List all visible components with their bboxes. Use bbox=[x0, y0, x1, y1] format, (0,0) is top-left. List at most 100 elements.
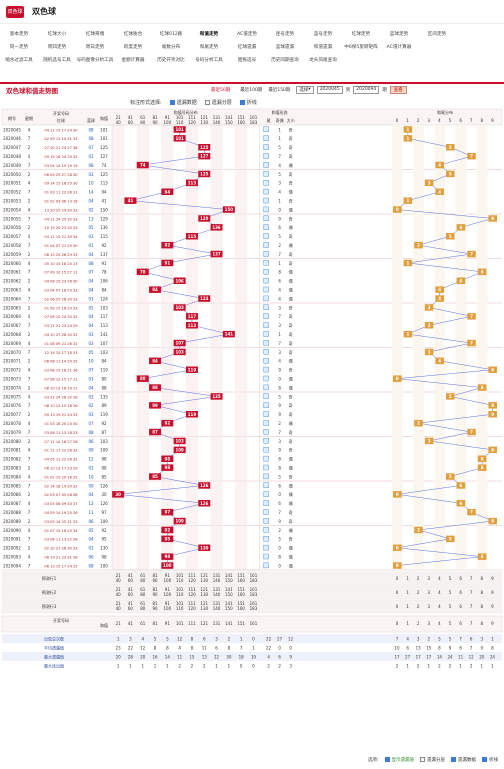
trend-table: 期号 星期开奖号码红球 蓝球 和值和值号码分布21404160618081909110… bbox=[1, 108, 503, 668]
footer-opt-b[interactable]: 遗漏分层 bbox=[420, 757, 445, 763]
sum-marker-label: 89 bbox=[152, 403, 158, 408]
stats-bin-value: 8 bbox=[191, 645, 194, 650]
shape-odd: 偶 bbox=[289, 287, 293, 293]
shape-odd: 偶 bbox=[289, 162, 293, 168]
pred-digit: 4 bbox=[438, 576, 441, 581]
sum-marker-label: 98 bbox=[165, 456, 171, 461]
row-blue: 10 bbox=[88, 181, 94, 186]
row-sum: 107 bbox=[100, 341, 108, 346]
stats-bin-value: 1 bbox=[240, 636, 243, 641]
row-blue: 02 bbox=[88, 403, 94, 408]
col-sum: 和值 bbox=[100, 115, 108, 121]
row-sum: 106 bbox=[100, 279, 108, 284]
stats-tail-value: 2 bbox=[417, 663, 420, 668]
sum-marker-label: 109 bbox=[175, 519, 184, 524]
shape-odd: 偶 bbox=[289, 189, 293, 195]
tail-digit: 5 bbox=[449, 118, 452, 123]
row-qishu: 2020049 bbox=[3, 163, 21, 168]
stats-bin-value: 7 bbox=[240, 645, 243, 650]
sum-marker-label: 127 bbox=[200, 154, 209, 159]
row-qishu: 2020058 bbox=[3, 243, 21, 248]
footer-opt-c[interactable]: 遗漏数据 bbox=[451, 757, 476, 763]
row-blue: 04 bbox=[88, 323, 94, 328]
tail-marker-label: 4 bbox=[438, 358, 441, 363]
row-qishu: 2020060 bbox=[3, 261, 21, 266]
row-red: 06 13 15 17 24 25 bbox=[44, 564, 77, 568]
col-shape: 和值形态 bbox=[272, 109, 288, 115]
shape-box bbox=[263, 429, 269, 435]
tail-marker-label: 3 bbox=[428, 350, 431, 355]
footer-opt-d[interactable]: 折线 bbox=[482, 757, 498, 763]
row-qishu: 2020068 bbox=[3, 332, 21, 337]
row-blue: 08 bbox=[88, 163, 94, 168]
footer-opt-a[interactable]: 显示遗漏值 bbox=[384, 757, 414, 763]
row-qishu: 2020072 bbox=[3, 368, 21, 373]
stats-tail-value: 2 bbox=[438, 663, 441, 668]
shape-box bbox=[263, 269, 269, 275]
shape-odd: 奇 bbox=[289, 349, 293, 355]
stats-bin: 91 bbox=[165, 621, 171, 626]
stats-tail-value: 12 bbox=[469, 654, 475, 659]
stats-tail-value: 13 bbox=[416, 645, 422, 650]
shape-odd: 偶 bbox=[289, 242, 293, 248]
stats-bin-value: 3 bbox=[215, 636, 218, 641]
row-red: 04 11 15 17 24 30 bbox=[44, 128, 78, 132]
sum-marker-label: 113 bbox=[188, 180, 197, 185]
shape-box bbox=[263, 126, 269, 133]
stats-bin: 141 bbox=[225, 621, 233, 626]
shape-box bbox=[263, 171, 269, 177]
sum-marker-label: 150 bbox=[225, 207, 234, 212]
shape-odd: 偶 bbox=[289, 358, 293, 364]
row-qishu: 2020092 bbox=[3, 546, 21, 551]
row-red: 04 11 15 21 30 34 bbox=[44, 235, 78, 239]
shape-tail: 4 bbox=[278, 296, 281, 301]
stats-bin-value: 0 bbox=[252, 636, 255, 641]
shape-odd: 偶 bbox=[289, 465, 293, 471]
row-week: 7 bbox=[28, 296, 31, 301]
row-qishu: 2020064 bbox=[3, 296, 21, 301]
sum-marker-label: 126 bbox=[200, 483, 209, 488]
stats-bin-value: 0 bbox=[252, 663, 255, 668]
pred-digit: 9 bbox=[491, 590, 494, 595]
stats-tail-value: 6 bbox=[459, 645, 462, 650]
pred-bin: 150 bbox=[225, 578, 233, 583]
tail-digit: 9 bbox=[491, 118, 494, 123]
tail-digit: 2 bbox=[417, 118, 420, 123]
pred-bin: 110 bbox=[176, 592, 184, 597]
shape-tail: 8 bbox=[278, 270, 281, 275]
shape-tail: 3 bbox=[278, 439, 281, 444]
shape-tail: 6 bbox=[278, 483, 281, 488]
row-blue: 04 bbox=[88, 279, 94, 284]
tail-marker-label: 5 bbox=[449, 394, 452, 399]
shape-odd: 偶 bbox=[289, 500, 293, 506]
sum-marker-label: 80 bbox=[140, 376, 146, 381]
row-red: 10 19 20 23 30 33 bbox=[44, 226, 77, 230]
row-blue: 14 bbox=[88, 190, 94, 195]
stats-bin-value: 2 bbox=[203, 663, 206, 668]
shape-box bbox=[263, 447, 269, 453]
stats-bin-value: 15 bbox=[189, 654, 195, 659]
shape-odd: 奇 bbox=[289, 233, 293, 239]
sum-marker-label: 92 bbox=[165, 243, 171, 248]
shape-odd: 奇 bbox=[289, 251, 293, 257]
sum-marker-label: 107 bbox=[175, 341, 184, 346]
stats-bin: 111 bbox=[188, 621, 196, 626]
stats-col-sum: 和值 bbox=[100, 622, 108, 628]
shape-tail: 1 bbox=[278, 199, 281, 204]
stats-shape-value: 0 bbox=[289, 645, 292, 650]
sum-marker-label: 137 bbox=[212, 252, 221, 257]
col-blue: 蓝球 bbox=[87, 117, 95, 123]
row-red: 07 11 14 16 27 28 bbox=[44, 440, 78, 444]
stats-digit: 4 bbox=[438, 621, 441, 626]
row-qishu: 2020045 bbox=[3, 127, 21, 132]
shape-odd: 奇 bbox=[289, 438, 293, 444]
stats-shape-value: 22 bbox=[266, 636, 272, 641]
row-blue: 06 bbox=[88, 555, 94, 560]
pred-bin: 130 bbox=[200, 592, 208, 597]
row-blue: 04 bbox=[88, 252, 94, 257]
row-sum: 115 bbox=[100, 234, 108, 239]
sum-marker-label: 135 bbox=[212, 394, 221, 399]
shape-box bbox=[263, 527, 269, 533]
sum-marker-label: 101 bbox=[175, 127, 184, 132]
stats-bin-value: 12 bbox=[177, 636, 183, 641]
